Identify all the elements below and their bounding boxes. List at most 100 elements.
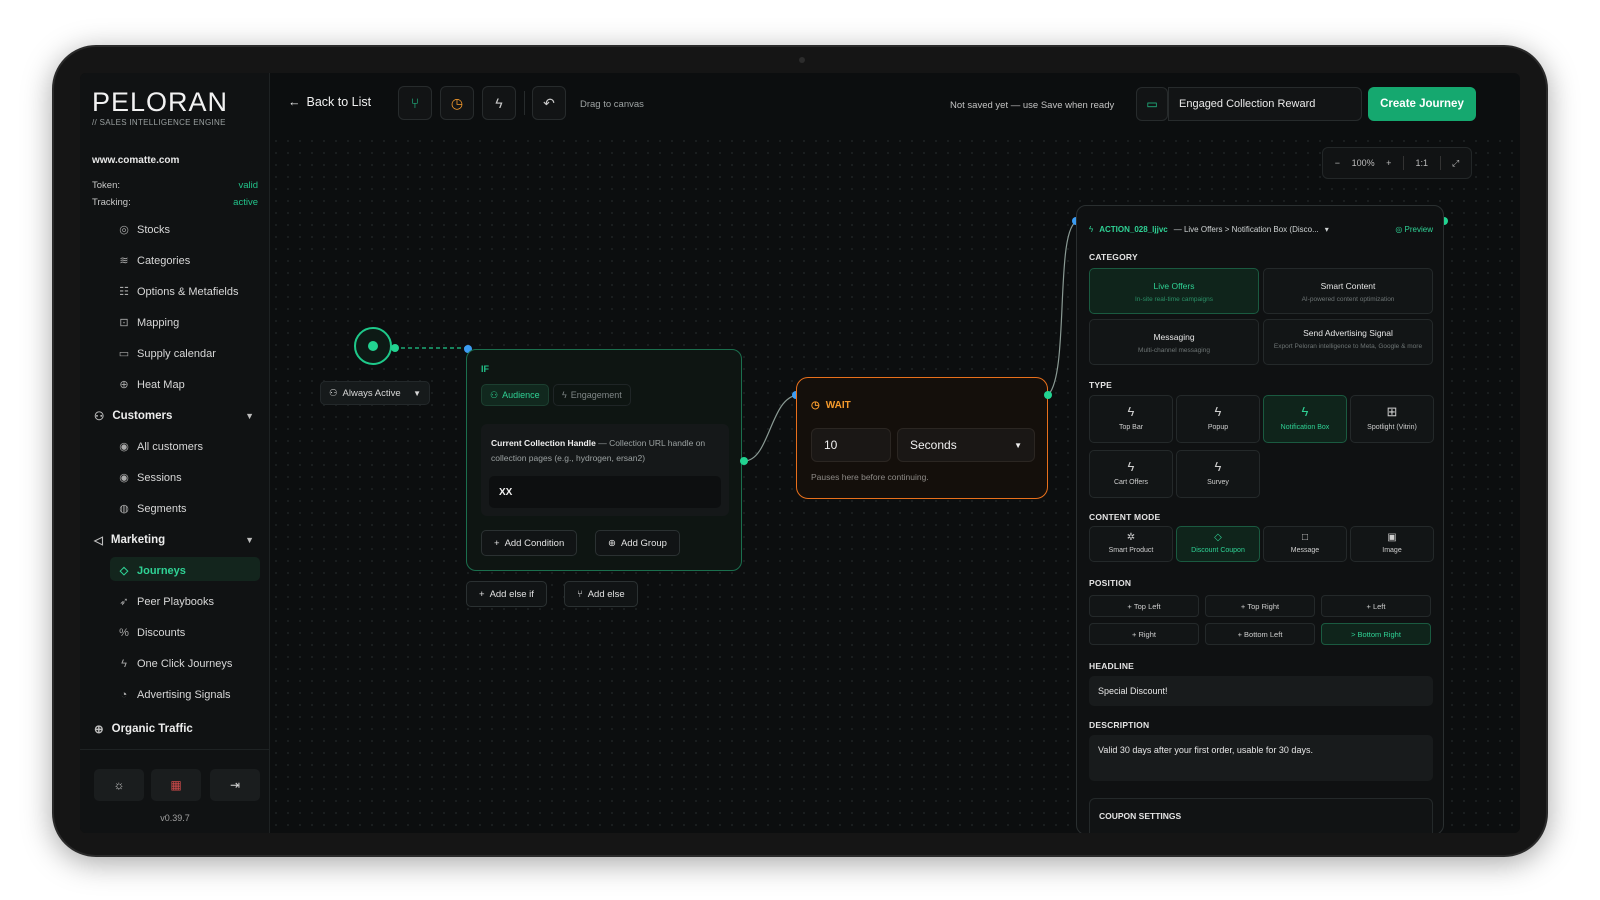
type-spotlight[interactable]: ⊞ Spotlight (Vitrin)	[1350, 395, 1434, 443]
tablet-frame: PELORAN // SALES INTELLIGENCE ENGINE www…	[52, 45, 1548, 857]
if-node[interactable]: IF ⚇ Audience ϟ Engagement Current Collect…	[466, 349, 742, 571]
theme-toggle-button[interactable]: ☼	[94, 769, 144, 801]
map-icon: ⊡	[119, 317, 129, 329]
sidebar-item-discounts[interactable]: % Discounts	[118, 622, 185, 644]
sidebar-item-one-click-journeys[interactable]: ϟ One Click Journeys	[118, 653, 232, 675]
position-top-right[interactable]: + Top Right	[1205, 595, 1315, 617]
category-send-advertising-signal[interactable]: Send Advertising Signal Export Peloran in…	[1263, 319, 1433, 365]
position-top-left[interactable]: + Top Left	[1089, 595, 1199, 617]
position-bottom-right[interactable]: > Bottom Right	[1321, 623, 1431, 645]
create-journey-button[interactable]: Create Journey	[1368, 87, 1476, 121]
position-left[interactable]: + Left	[1321, 595, 1431, 617]
language-button[interactable]: ▦	[151, 769, 201, 801]
tab-engagement[interactable]: ϟ Engagement	[553, 384, 631, 406]
add-else-button[interactable]: ⑂ Add else	[564, 581, 638, 607]
sidebar-item-peer-playbooks[interactable]: ➶ Peer Playbooks	[118, 591, 214, 613]
action-breadcrumb: — Live Offers > Notification Box (Disco.…	[1173, 224, 1319, 234]
content-mode-message[interactable]: □ Message	[1263, 526, 1347, 562]
type-notification-box[interactable]: ϟ Notification Box	[1263, 395, 1347, 443]
sidebar-group-customers[interactable]: ⚇ Customers ▼	[94, 405, 254, 427]
folder-icon: ▭	[1146, 97, 1158, 111]
percent-icon: %	[119, 627, 129, 639]
condition-value-input[interactable]: XX	[489, 476, 721, 508]
sidebar-item-heat-map[interactable]: ⊕ Heat Map	[118, 374, 184, 396]
add-group-button[interactable]: ⊕ Add Group	[595, 530, 680, 556]
position-bottom-left[interactable]: + Bottom Left	[1205, 623, 1315, 645]
type-cart-offers[interactable]: ϟ Cart Offers	[1089, 450, 1173, 498]
wait-note: Pauses here before continuing.	[811, 472, 929, 482]
category-messaging[interactable]: Messaging Multi-channel messaging	[1089, 319, 1259, 365]
layers-icon: ≋	[119, 255, 129, 267]
timer-tool-button[interactable]: ◷	[440, 86, 474, 120]
journey-name-input[interactable]: Engaged Collection Reward	[1168, 87, 1362, 121]
top-toolbar: ← Back to List ⑂ ◷ ϟ ↶ Drag to canvas Not…	[270, 73, 1520, 135]
type-survey[interactable]: ϟ Survey	[1176, 450, 1260, 498]
action-tool-button[interactable]: ϟ	[482, 86, 516, 120]
category-smart-content[interactable]: Smart Content AI-powered content optimiza…	[1263, 268, 1433, 314]
action-id: ACTION_028_ljjvc	[1099, 224, 1168, 234]
type-top-bar[interactable]: ϟ Top Bar	[1089, 395, 1173, 443]
brand-logo: PELORAN	[92, 87, 229, 117]
sidebar-item-journeys[interactable]: ◇ Journeys	[118, 560, 186, 582]
action-header[interactable]: ϟ ACTION_028_ljjvc — Live Offers > Notif…	[1089, 218, 1433, 240]
segments-icon: ◍	[119, 503, 129, 515]
type-popup[interactable]: ϟ Popup	[1176, 395, 1260, 443]
sidebar-item-categories[interactable]: ≋ Categories	[118, 250, 190, 272]
condition-text: Current Collection Handle — Collection U…	[491, 436, 723, 466]
logout-button[interactable]: ⇥	[210, 769, 260, 801]
add-condition-button[interactable]: + Add Condition	[481, 530, 578, 556]
tab-audience[interactable]: ⚇ Audience	[481, 384, 549, 406]
if-output-port[interactable]	[740, 457, 748, 465]
coupon-settings-label: COUPON SETTINGS	[1099, 811, 1182, 821]
plus-icon: +	[494, 537, 500, 549]
add-else-if-button[interactable]: + Add else if	[466, 581, 547, 607]
sidebar-item-all-customers[interactable]: ◉ All customers	[118, 436, 203, 458]
user-icon: ⚇	[490, 389, 499, 400]
coupon-settings-section: COUPON SETTINGS	[1089, 798, 1433, 833]
content-mode-smart-product[interactable]: ✲ Smart Product	[1089, 526, 1173, 562]
start-node[interactable]	[354, 327, 392, 365]
arrow-left-icon: ←	[288, 95, 301, 109]
tag-icon: ◇	[1214, 532, 1222, 543]
sidebar-item-sessions[interactable]: ◉ Sessions	[118, 467, 181, 489]
content-mode-image[interactable]: ▣ Image	[1350, 526, 1434, 562]
sidebar-item-supply-calendar[interactable]: ▭ Supply calendar	[118, 343, 216, 365]
undo-button[interactable]: ↶	[532, 86, 566, 120]
bolt-icon: ϟ	[1214, 459, 1222, 474]
position-right[interactable]: + Right	[1089, 623, 1199, 645]
sidebar-group-organic-traffic[interactable]: ⊕ Organic Traffic	[94, 718, 254, 740]
preview-button[interactable]: ◎ Preview	[1395, 225, 1433, 234]
sidebar-group-marketing[interactable]: ◁ Marketing ▼	[94, 529, 254, 551]
journey-canvas[interactable]: − 100% + 1:1 ⤢ ⚇ Always Active ▼ IF ⚇ Audie…	[270, 135, 1520, 833]
app-screen: PELORAN // SALES INTELLIGENCE ENGINE www…	[80, 73, 1520, 833]
headline-input[interactable]: Special Discount!	[1089, 676, 1433, 706]
sidebar-item-segments[interactable]: ◍ Segments	[118, 498, 186, 520]
branch-tool-button[interactable]: ⑂	[398, 86, 432, 120]
database-icon: ◎	[119, 224, 129, 236]
bolt-icon: ϟ	[1301, 404, 1309, 419]
bolt-icon: ϟ	[1127, 404, 1135, 419]
category-live-offers[interactable]: Live Offers In-site real-time campaigns	[1089, 268, 1259, 314]
toolbar-separator	[524, 91, 525, 115]
start-dot	[368, 341, 378, 351]
sidebar-item-options[interactable]: ☷ Options & Metafields	[118, 281, 238, 303]
wait-output-port[interactable]	[1044, 391, 1052, 399]
trigger-icon: ⚇	[329, 387, 338, 399]
bolt-icon: ϟ	[1089, 224, 1094, 234]
condition-card: Current Collection Handle — Collection U…	[481, 424, 729, 516]
description-textarea[interactable]: Valid 30 days after your first order, us…	[1089, 735, 1433, 781]
sidebar-item-mapping[interactable]: ⊡ Mapping	[118, 312, 179, 334]
wait-amount-input[interactable]: 10	[811, 428, 891, 462]
camera-dot	[799, 57, 805, 63]
tag-icon: ◇	[119, 565, 129, 577]
back-to-list-button[interactable]: ← Back to List	[288, 95, 371, 109]
wait-node[interactable]: ◷ WAIT 10 Seconds ▼ Pauses here before con…	[796, 377, 1048, 499]
wait-unit-select[interactable]: Seconds ▼	[897, 428, 1035, 462]
branch-icon: ⑂	[410, 95, 420, 111]
content-mode-discount-coupon[interactable]: ◇ Discount Coupon	[1176, 526, 1260, 562]
sidebar-item-stocks[interactable]: ◎ Stocks	[118, 219, 170, 241]
start-port[interactable]	[391, 344, 399, 352]
sidebar-item-advertising-signals[interactable]: ◔ Advertising Signals	[118, 684, 231, 706]
folder-button[interactable]: ▭	[1136, 87, 1168, 121]
trigger-select[interactable]: ⚇ Always Active ▼	[320, 381, 430, 405]
